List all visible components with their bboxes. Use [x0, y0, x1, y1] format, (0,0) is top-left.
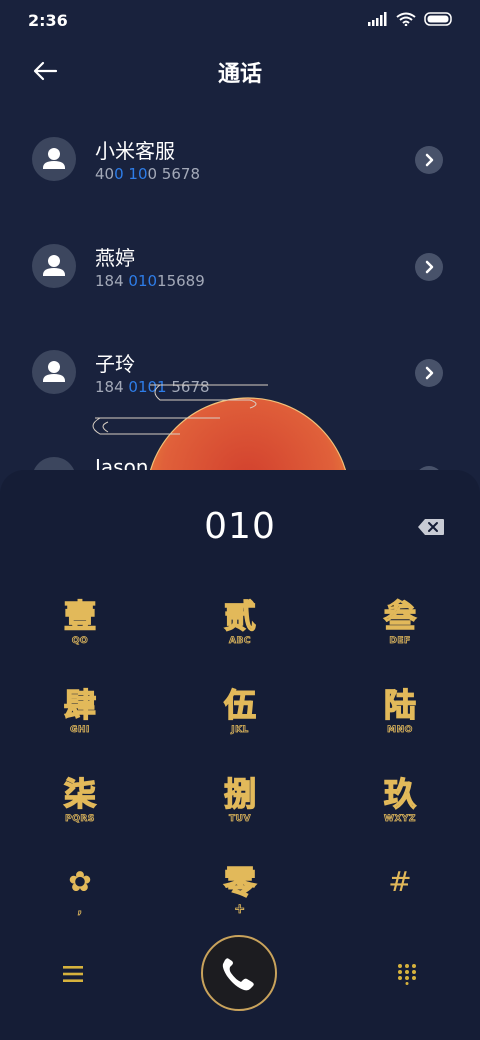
menu-button[interactable] [62, 965, 84, 983]
key-8[interactable]: 捌 TUV [180, 775, 300, 856]
key-star[interactable]: ✿ , [20, 864, 140, 944]
key-hash[interactable]: # [340, 864, 460, 944]
call-button[interactable] [201, 935, 277, 1011]
contact-name: 子玲 [95, 352, 135, 376]
phone-icon [222, 958, 254, 991]
key-3[interactable]: 叁 DEF [340, 597, 460, 678]
status-icons [368, 12, 454, 26]
key-5[interactable]: 伍 JKL [180, 686, 300, 767]
dial-number-display: 010 [204, 506, 276, 547]
delete-button[interactable] [417, 518, 445, 536]
contact-name: 小米客服 [95, 139, 175, 163]
key-7[interactable]: 柒 PQRS [20, 775, 140, 856]
key-2[interactable]: 贰 ABC [180, 597, 300, 678]
header: 通话 [0, 50, 480, 94]
contact-detail-button[interactable] [415, 146, 443, 174]
menu-icon [63, 966, 83, 982]
key-0[interactable]: 零 + [180, 863, 300, 944]
signal-icon [368, 12, 387, 26]
contact-number: 400 100 5678 [95, 165, 200, 183]
wifi-icon [396, 12, 416, 26]
contact-item[interactable]: 燕婷 184 01015689 [0, 242, 480, 322]
backspace-icon [418, 519, 444, 535]
chevron-right-icon [425, 260, 434, 274]
person-icon [43, 255, 65, 276]
key-4[interactable]: 肆 GHI [20, 686, 140, 767]
key-9[interactable]: 玖 WXYZ [340, 775, 460, 856]
battery-icon [424, 12, 452, 26]
avatar [32, 244, 76, 288]
page-title: 通话 [217, 62, 262, 87]
dialpad-icon [398, 964, 416, 985]
dialpad-toggle-button[interactable] [396, 963, 418, 985]
key-1[interactable]: 壹 QO [20, 597, 140, 678]
person-icon [43, 148, 65, 169]
chevron-right-icon [425, 153, 434, 167]
flower-icon: ✿ [68, 865, 92, 898]
contact-item[interactable]: 小米客服 400 100 5678 [0, 135, 480, 215]
contact-number: 184 01015689 [95, 272, 205, 290]
status-time: 2:36 [28, 11, 68, 30]
key-6[interactable]: 陆 MNO [340, 686, 460, 767]
status-bar: 2:36 [0, 0, 480, 40]
contact-detail-button[interactable] [415, 253, 443, 281]
contact-name: 燕婷 [95, 246, 135, 270]
bottom-bar [0, 935, 480, 1015]
avatar [32, 137, 76, 181]
